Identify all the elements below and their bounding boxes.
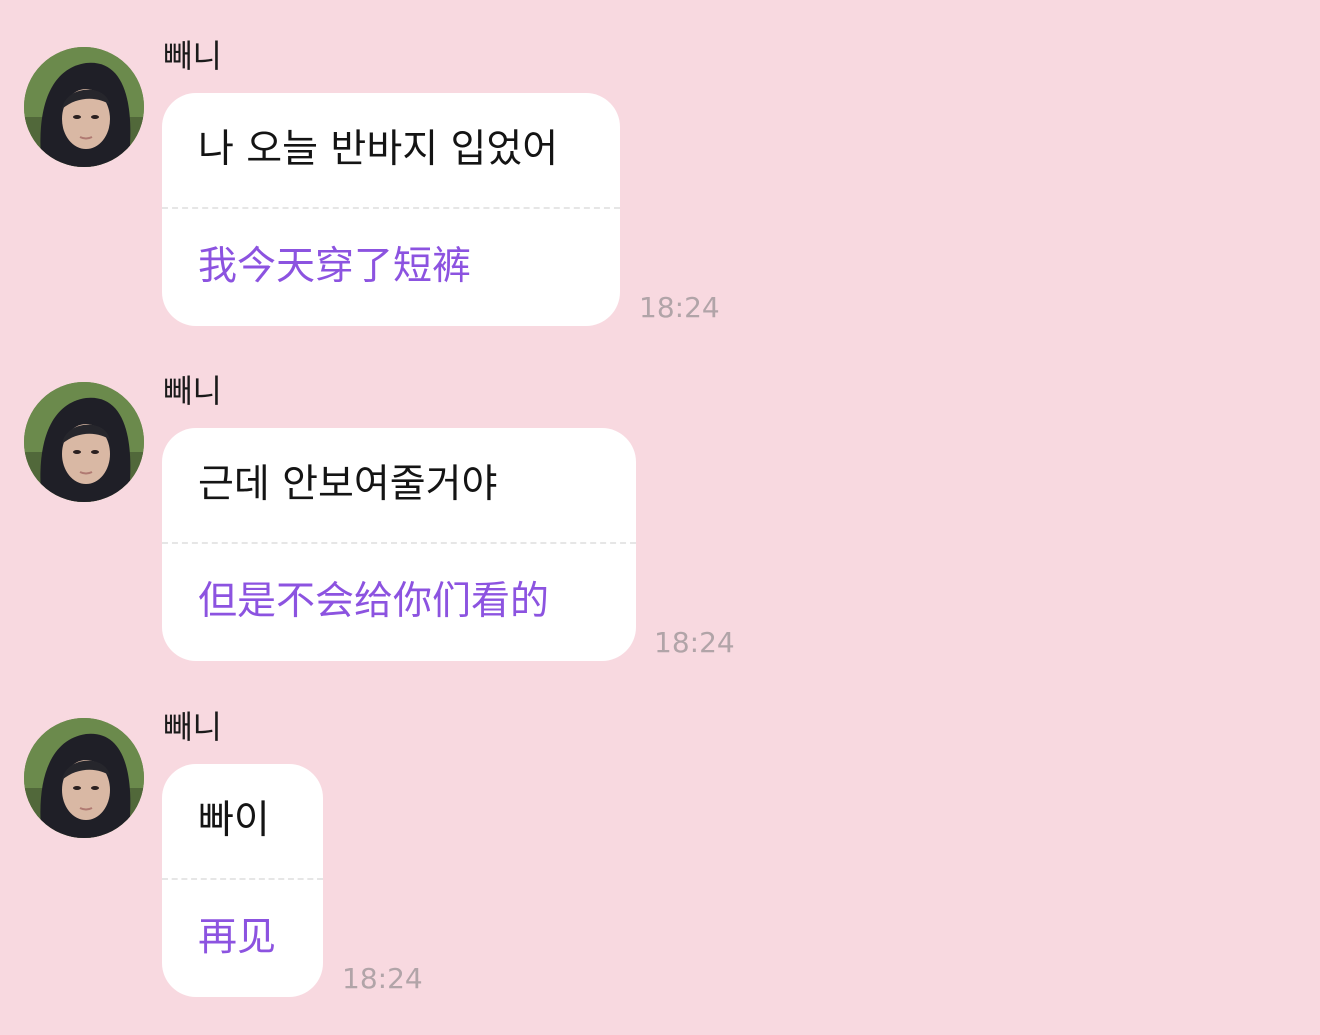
avatar-photo bbox=[24, 47, 144, 167]
message-original-text: 근데 안보여줄거야 bbox=[198, 462, 498, 507]
message-row: 빼니 나 오늘 반바지 입었어 我今天穿了短裤 18:24 bbox=[0, 0, 1320, 335]
message-original-text: 나 오늘 반바지 입었어 bbox=[198, 127, 559, 172]
avatar-photo bbox=[24, 718, 144, 838]
avatar[interactable] bbox=[24, 47, 144, 167]
message-timestamp: 18:24 bbox=[639, 291, 720, 324]
message-bubble[interactable]: 나 오늘 반바지 입었어 我今天穿了短裤 bbox=[162, 93, 620, 326]
message-timestamp: 18:24 bbox=[654, 626, 735, 659]
message-translation-text: 但是不会给你们看的 bbox=[198, 579, 550, 624]
avatar[interactable] bbox=[24, 718, 144, 838]
message-timestamp: 18:24 bbox=[342, 962, 423, 995]
avatar-photo bbox=[24, 382, 144, 502]
message-translation-text: 再见 bbox=[198, 915, 277, 960]
sender-name: 빼니 bbox=[163, 37, 222, 75]
sender-name: 빼니 bbox=[163, 708, 222, 746]
message-original-text: 빠이 bbox=[198, 798, 270, 843]
message-bubble[interactable]: 빠이 再见 bbox=[162, 764, 323, 997]
message-translation-text: 我今天穿了短裤 bbox=[198, 244, 472, 289]
message-row: 빼니 근데 안보여줄거야 但是不会给你们看的 18:24 bbox=[0, 335, 1320, 670]
message-row: 빼니 빠이 再见 18:24 bbox=[0, 671, 1320, 1006]
sender-name: 빼니 bbox=[163, 372, 222, 410]
message-bubble[interactable]: 근데 안보여줄거야 但是不会给你们看的 bbox=[162, 428, 636, 661]
avatar[interactable] bbox=[24, 382, 144, 502]
